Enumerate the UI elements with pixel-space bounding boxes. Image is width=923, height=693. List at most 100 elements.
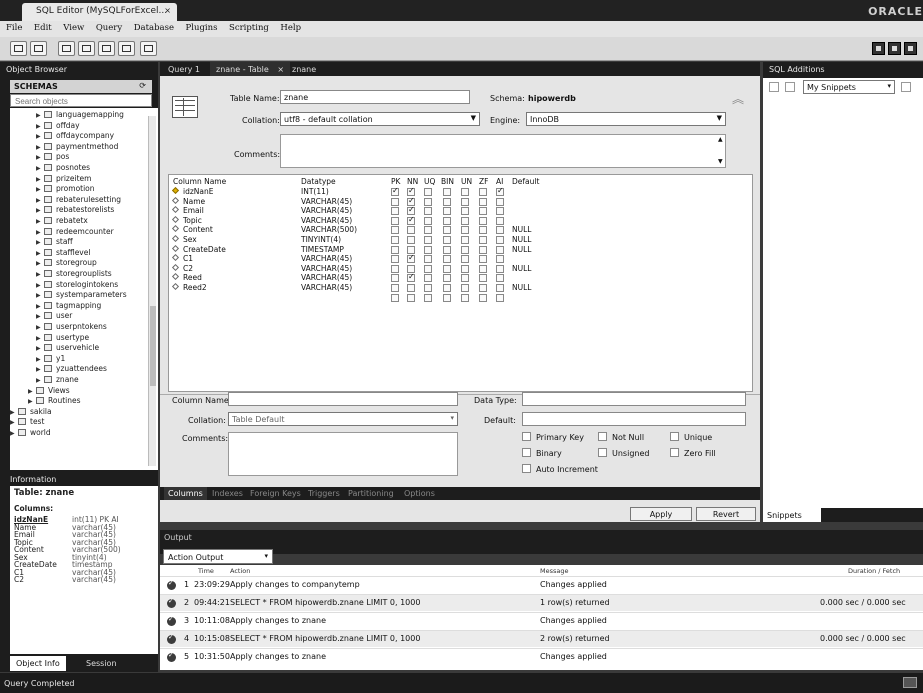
collapse-icon[interactable]: ︽ [732,90,744,107]
flag-checkbox[interactable] [424,293,432,302]
column-row[interactable]: Email VARCHAR(45) [169,205,754,216]
flag-checkbox[interactable] [424,216,432,225]
tree-item[interactable]: ▶ sakila [10,407,52,417]
flag-checkbox[interactable] [461,293,469,302]
tree-item[interactable]: ▶ world [10,428,51,438]
tree-item[interactable]: ▶ storegrouplists [36,269,112,279]
flag-checkbox[interactable] [479,293,487,302]
flag-checkbox[interactable] [496,245,504,254]
flag-checkbox[interactable] [443,188,451,196]
flag-checkbox[interactable] [479,245,487,254]
tab-snippets[interactable]: Snippets [763,508,821,522]
tree-item[interactable]: ▶ rebatestorelists [36,205,114,215]
expand-arrow-icon[interactable]: ▶ [36,313,44,320]
expand-arrow-icon[interactable]: ▶ [36,154,44,161]
output-row[interactable]: 2 09:44:21SELECT * FROM hipowerdb.znane L… [160,594,923,611]
flag-checkbox[interactable] [479,216,487,225]
column-row[interactable]: Content VARCHAR(500) NULL [169,225,754,235]
flag-checkbox[interactable] [479,207,487,216]
flag-checkbox[interactable] [424,226,432,235]
flag-checkbox[interactable] [391,226,399,235]
flag-checkbox[interactable] [461,245,469,254]
flag-checkbox[interactable] [479,284,487,292]
flag-checkbox[interactable] [496,255,504,264]
expand-arrow-icon[interactable]: ▶ [36,112,44,119]
menu-scripting[interactable]: Scripting [229,23,269,33]
expand-arrow-icon[interactable]: ▶ [36,239,44,246]
expand-arrow-icon[interactable]: ▶ [36,229,44,236]
tree-item[interactable]: ▶ promotion [36,184,95,194]
flag-checkbox[interactable] [496,216,504,225]
tree-item[interactable]: ▶ languagemapping [36,110,124,120]
expand-arrow-icon[interactable]: ▶ [28,398,36,405]
flag-checkbox[interactable] [461,226,469,235]
expand-arrow-icon[interactable]: ▶ [10,409,18,416]
tab-znane-table[interactable]: znane - Table × [210,62,291,76]
expand-arrow-icon[interactable]: ▶ [36,345,44,352]
snippets-select[interactable]: My Snippets ▾ [803,80,895,94]
flag-checkbox[interactable] [496,293,504,302]
default-input[interactable] [522,412,746,426]
search-objects-input[interactable] [10,94,152,107]
tree-item[interactable]: ▶ test [10,417,44,427]
flag-checkbox[interactable] [391,207,399,216]
flag-checkbox[interactable] [496,226,504,235]
tab-triggers[interactable]: Triggers [304,487,344,500]
flag-checkbox[interactable] [461,236,469,244]
reconnect-icon[interactable] [140,41,157,56]
tab-foreign-keys[interactable]: Foreign Keys [246,487,305,500]
column-comments-input[interactable] [228,432,458,476]
editor-tab[interactable]: SQL Editor (MySQLForExcel... × [22,3,177,21]
flag-checkbox[interactable] [424,245,432,254]
tree-item[interactable]: ▶ storelogintokens [36,280,118,290]
flag-checkbox[interactable] [479,274,487,283]
flag-checkbox[interactable] [479,264,487,273]
tree-item[interactable]: ▶ rebatetx [36,216,88,226]
flag-checkbox[interactable] [461,197,469,206]
zero-fill-checkbox[interactable] [670,448,679,457]
column-row[interactable]: Reed2 VARCHAR(45) NULL [169,282,754,293]
flag-checkbox[interactable] [479,236,487,244]
flag-checkbox[interactable] [391,264,399,273]
flag-checkbox[interactable] [424,197,432,206]
expand-arrow-icon[interactable]: ▶ [36,292,44,299]
toggle-additions-icon[interactable] [904,42,917,55]
expand-arrow-icon[interactable]: ▶ [10,419,18,426]
panel-toggle-icon[interactable] [903,677,917,688]
flag-checkbox[interactable] [496,197,504,206]
tree-item[interactable]: ▶ znane [36,375,79,385]
flag-checkbox[interactable] [461,264,469,273]
flag-checkbox[interactable] [443,216,451,225]
flag-checkbox[interactable] [479,197,487,206]
tree-item[interactable]: ▶ pos [36,152,69,162]
expand-arrow-icon[interactable]: ▶ [36,356,44,363]
snippet-forward-icon[interactable] [785,82,795,92]
column-collation-select[interactable]: Table Default ▾ [228,412,458,426]
tree-item[interactable]: ▶ offday [36,121,80,131]
expand-arrow-icon[interactable]: ▶ [36,123,44,130]
expand-arrow-icon[interactable]: ▶ [36,176,44,183]
column-row[interactable]: C2 VARCHAR(45) NULL [169,263,754,274]
tree-item[interactable]: ▶ stafflevel [36,248,90,258]
flag-checkbox[interactable] [461,188,469,196]
flag-checkbox[interactable] [424,188,432,196]
table-name-input[interactable]: znane [280,90,470,104]
open-sql-icon[interactable] [30,41,47,56]
flag-checkbox[interactable] [407,236,415,244]
flag-checkbox[interactable] [391,284,399,292]
flag-checkbox[interactable] [391,186,399,196]
expand-arrow-icon[interactable]: ▶ [36,303,44,310]
revert-button[interactable]: Revert [696,507,756,521]
expand-arrow-icon[interactable]: ▶ [36,282,44,289]
flag-checkbox[interactable] [443,226,451,235]
flag-checkbox[interactable] [391,236,399,244]
engine-select[interactable]: InnoDB ▼ [526,112,726,126]
unsigned-checkbox[interactable] [598,448,607,457]
flag-checkbox[interactable] [424,236,432,244]
flag-checkbox[interactable] [443,236,451,244]
flag-checkbox[interactable] [407,253,415,264]
primary-key-checkbox[interactable] [522,432,531,441]
expand-arrow-icon[interactable]: ▶ [36,271,44,278]
flag-checkbox[interactable] [461,284,469,292]
tree-item[interactable]: ▶ redeemcounter [36,227,114,237]
